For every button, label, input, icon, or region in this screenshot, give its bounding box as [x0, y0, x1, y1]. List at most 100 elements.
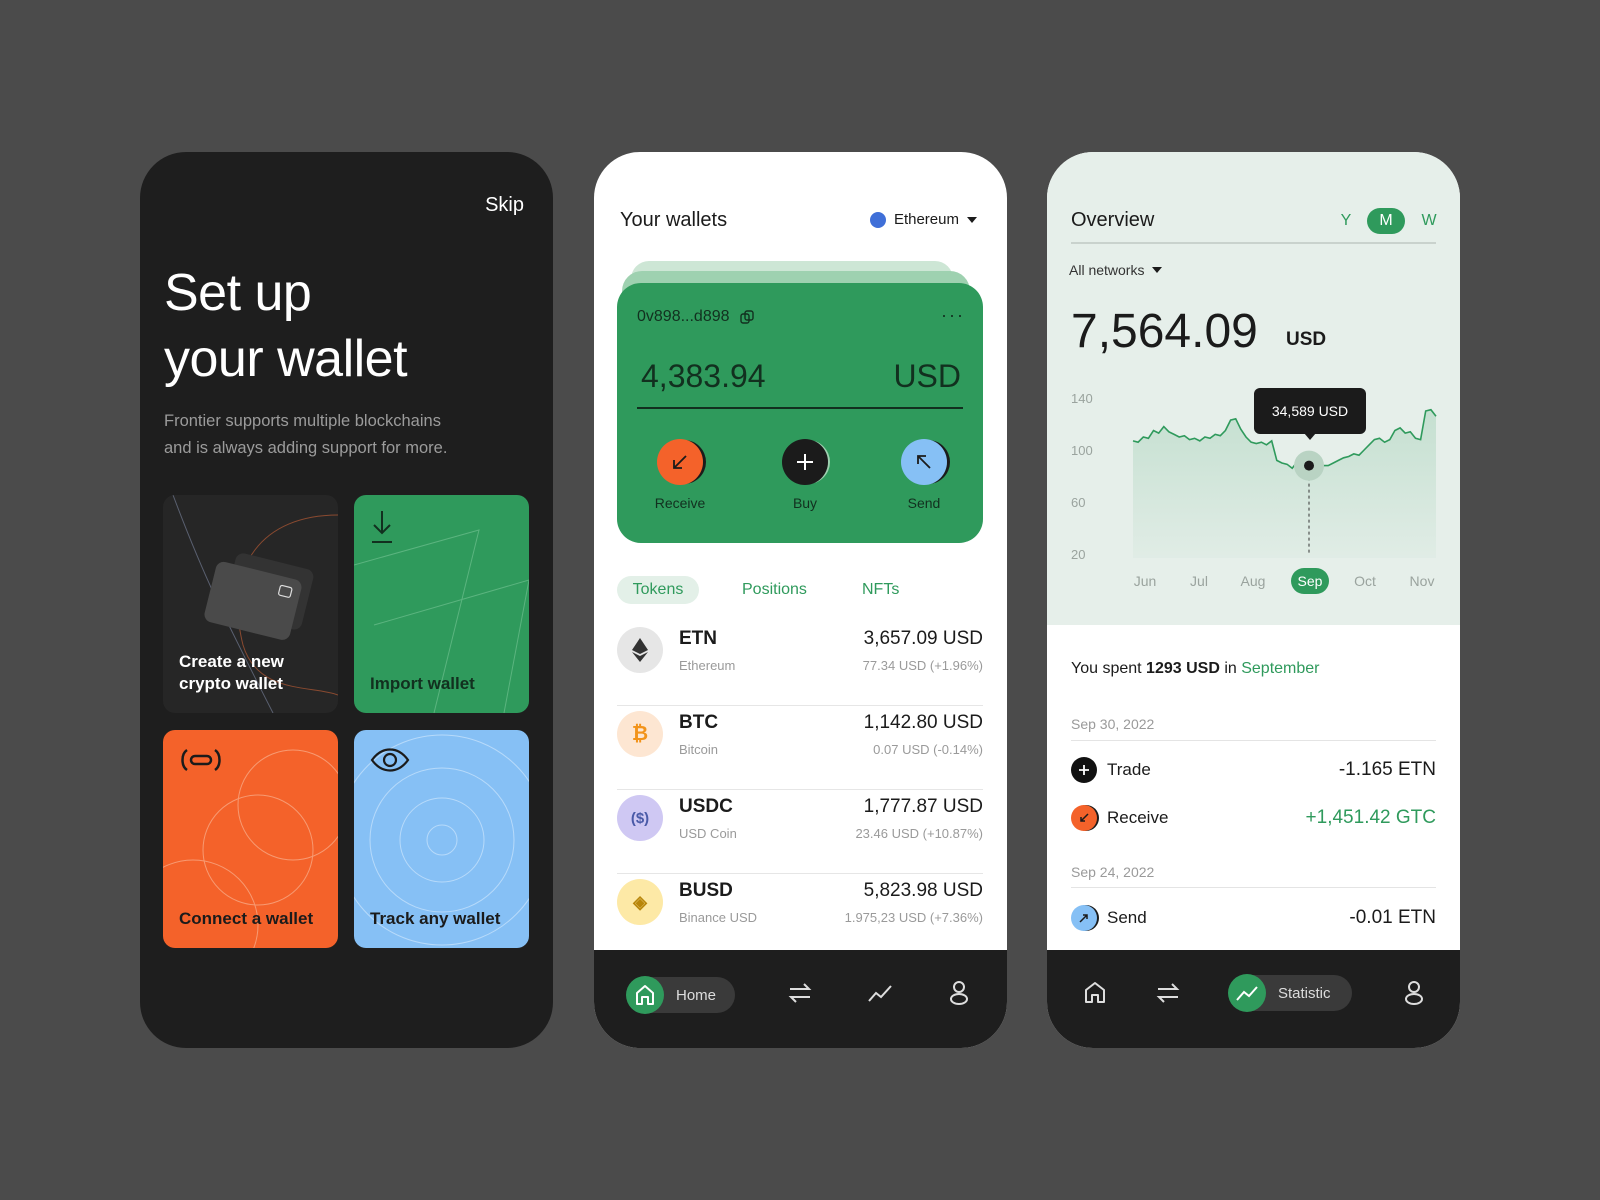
period-week[interactable]: W [1419, 208, 1439, 234]
network-filter[interactable]: All networks [1069, 262, 1163, 278]
token-value: 5,823.98 USD [863, 880, 983, 901]
eye-icon [370, 748, 410, 772]
spent-amount: 1293 USD [1146, 660, 1220, 677]
x-tick-label: Sep [1298, 573, 1323, 589]
plus-icon [797, 454, 813, 470]
bottom-nav: Home [594, 950, 1007, 1048]
nav-statistic-label: Statistic [1278, 984, 1331, 1002]
arrow-down-left-icon [673, 455, 687, 469]
overview-screen: Overview Y M W All networks 7,564.09 USD… [1047, 152, 1460, 1048]
token-change: 77.34 USD (+1.96%) [862, 658, 983, 673]
chart-icon[interactable] [867, 981, 893, 1005]
more-options-icon[interactable]: ··· [941, 305, 965, 326]
token-row[interactable]: ◈ BUSD Binance USD 5,823.98 USD 1.975,23 U… [617, 874, 983, 958]
swap-icon[interactable] [788, 981, 812, 1005]
token-value: 1,777.87 USD [863, 796, 983, 817]
spent-prefix: You spent [1071, 660, 1142, 677]
buy-label: Buy [792, 495, 818, 511]
subtitle: Frontier supports multiple blockchains an… [164, 408, 504, 462]
divider [1071, 887, 1436, 888]
address-text: 0v898...d898 [637, 308, 730, 325]
transaction-row[interactable]: Receive +1,451.42 GTC [1071, 804, 1436, 832]
y-tick-label: 140 [1071, 391, 1093, 406]
token-row[interactable]: ($) USDC USD Coin 1,777.87 USD 23.46 USD (… [617, 790, 983, 874]
network-filter-label: All networks [1069, 262, 1145, 278]
link-icon [181, 748, 221, 772]
nav-statistic[interactable]: Statistic [1228, 974, 1352, 1012]
token-name: Binance USD [679, 910, 758, 925]
token-symbol: ETN [679, 628, 717, 649]
total-balance: 7,564.09 [1071, 305, 1258, 358]
setup-wallet-screen: Skip Set up your wallet Frontier supports… [140, 152, 553, 1048]
import-wallet-tile[interactable]: Import wallet [354, 495, 529, 713]
wallet-card: 0v898...d898 ··· 4,383.94 USD Receive Bu… [617, 283, 983, 543]
transaction-row[interactable]: Send -0.01 ETN [1071, 904, 1436, 932]
transaction-label: Trade [1107, 760, 1151, 779]
token-row[interactable]: ₿ BTC Bitcoin 1,142.80 USD 0.07 USD (-0.14… [617, 706, 983, 790]
token-name: Bitcoin [679, 742, 719, 757]
tab-nfts[interactable]: NFTs [862, 576, 899, 604]
wallet-address: 0v898...d898 [637, 308, 754, 326]
wallet-balance: 4,383.94 [641, 358, 766, 394]
token-symbol: USDC [679, 796, 733, 817]
send-button[interactable] [901, 439, 947, 485]
copy-icon[interactable] [739, 310, 754, 324]
transaction-amount: -0.01 ETN [1349, 907, 1436, 928]
x-tick-label: Nov [1410, 573, 1435, 589]
token-row[interactable]: ETN Ethereum 3,657.09 USD 77.34 USD (+1.96… [617, 622, 983, 706]
y-tick-label: 100 [1071, 443, 1093, 458]
page-title: Your wallets [620, 209, 728, 231]
transaction-label: Receive [1107, 808, 1169, 827]
profile-icon[interactable] [949, 980, 969, 1006]
highlight-point [1304, 460, 1314, 471]
download-icon [372, 511, 392, 543]
nav-home[interactable]: Home [626, 976, 735, 1014]
period-year[interactable]: Y [1336, 208, 1356, 234]
caret-down-icon [1152, 267, 1163, 273]
tile-label: Connect a wallet [179, 909, 314, 928]
binance-icon: ◈ [617, 879, 663, 925]
tile-label: Create a new crypto wallet [179, 651, 284, 695]
date-header: Sep 24, 2022 [1071, 864, 1155, 880]
home-icon[interactable] [1083, 981, 1107, 1005]
create-wallet-tile[interactable]: Create a new crypto wallet [163, 495, 338, 713]
token-change: 0.07 USD (-0.14%) [873, 742, 983, 757]
network-label: Ethereum [893, 211, 959, 228]
chart-tooltip: 34,589 USD [1254, 388, 1366, 434]
token-name: USD Coin [679, 826, 737, 841]
home-icon [626, 976, 664, 1014]
swap-icon[interactable] [1156, 981, 1180, 1005]
caret-down-icon [967, 216, 977, 223]
spent-summary: You spent 1293 USD in September [1071, 660, 1320, 678]
skip-button[interactable]: Skip [485, 194, 524, 217]
total-currency: USD [1286, 329, 1327, 350]
network-selector[interactable]: Ethereum [869, 211, 977, 228]
wallets-screen: Your wallets Ethereum 0v898...d898 ··· 4… [594, 152, 1007, 1048]
period-month[interactable]: M [1367, 208, 1405, 234]
spent-month[interactable]: September [1241, 660, 1319, 677]
x-tick-label: Oct [1354, 573, 1376, 589]
x-tick-label: Aug [1241, 573, 1266, 589]
track-wallet-tile[interactable]: Track any wallet [354, 730, 529, 948]
connect-wallet-tile[interactable]: Connect a wallet [163, 730, 338, 948]
tab-positions[interactable]: Positions [742, 576, 807, 604]
y-tick-label: 20 [1071, 547, 1085, 562]
send-label: Send [907, 495, 941, 511]
token-change: 23.46 USD (+10.87%) [855, 826, 983, 841]
bitcoin-icon: ₿ [617, 711, 663, 757]
transaction-row[interactable]: Trade -1.165 ETN [1071, 756, 1436, 784]
tooltip-pointer [1304, 433, 1316, 440]
spent-mid: in [1224, 660, 1237, 677]
page-title: Set up your wallet [164, 260, 408, 392]
plus-icon [1071, 757, 1097, 783]
page-title: Overview [1071, 209, 1155, 231]
profile-icon[interactable] [1404, 980, 1424, 1006]
receive-button[interactable] [657, 439, 703, 485]
y-tick-label: 60 [1071, 495, 1085, 510]
ethereum-icon [869, 211, 886, 228]
buy-button[interactable] [782, 439, 828, 485]
tab-tokens[interactable]: Tokens [617, 576, 699, 604]
token-symbol: BUSD [679, 880, 733, 901]
subtitle-line: and is always adding support for more. [164, 439, 448, 457]
x-tick-label: Jul [1190, 573, 1208, 589]
